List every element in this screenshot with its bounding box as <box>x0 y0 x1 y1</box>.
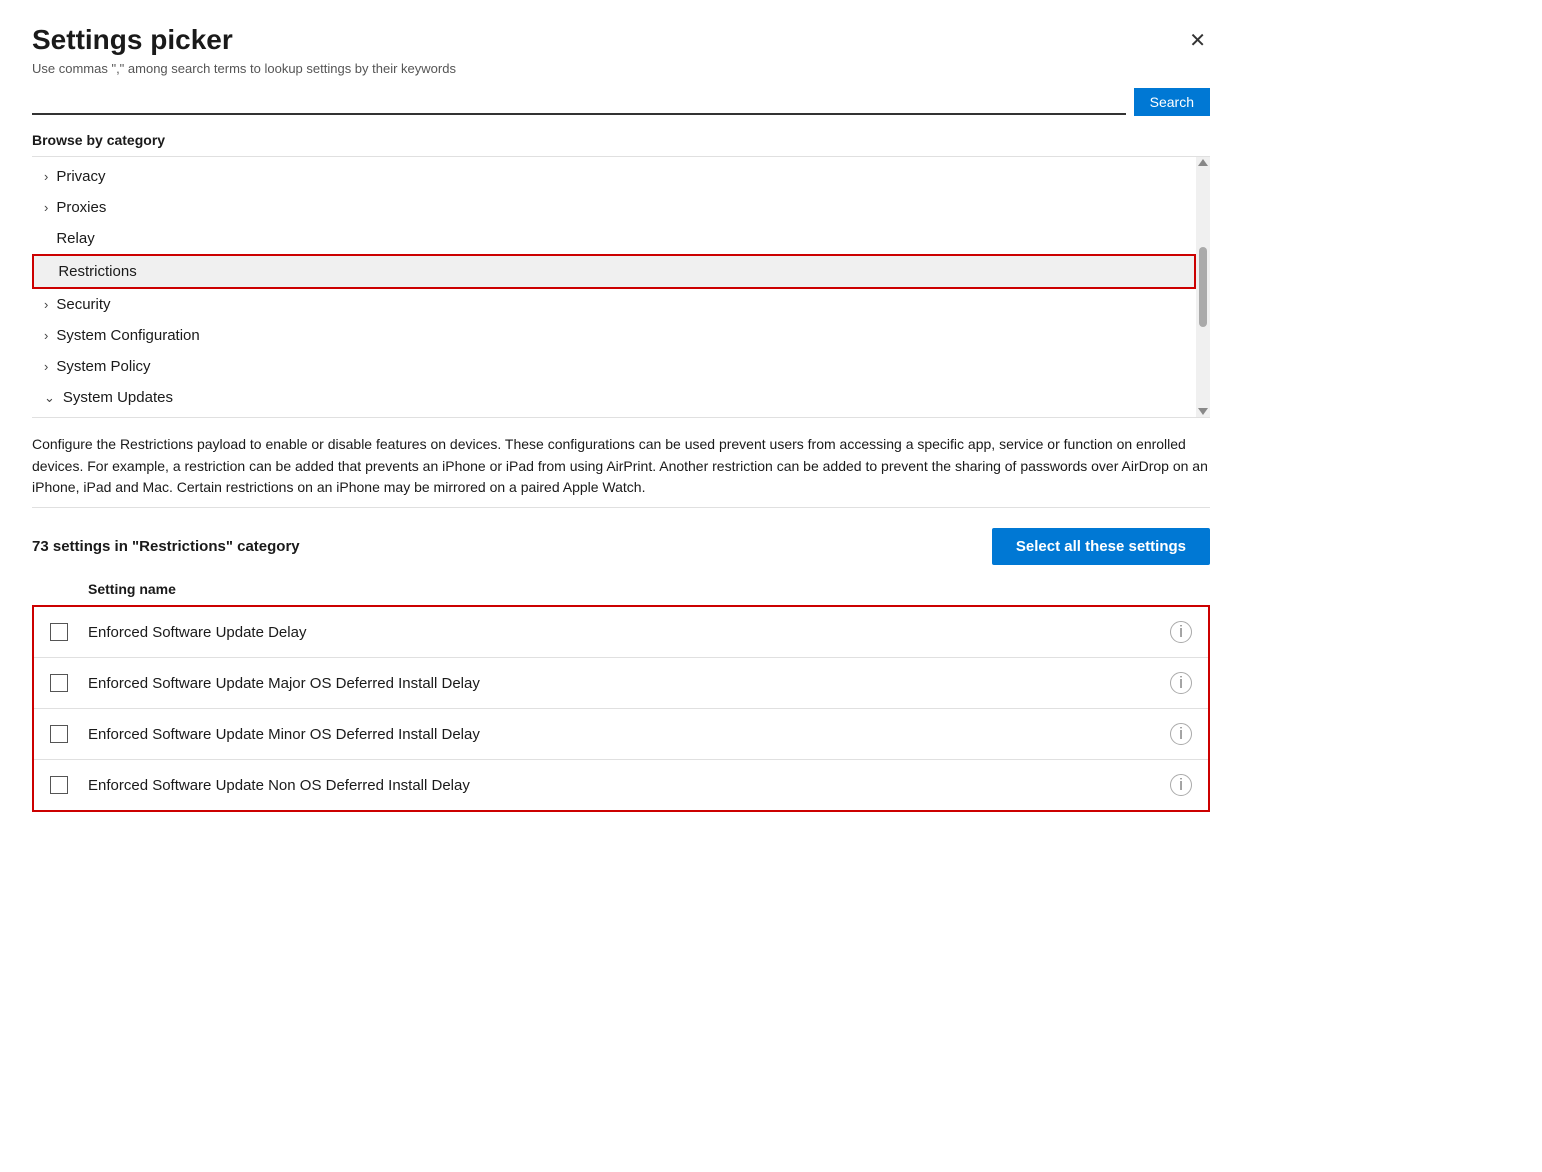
table-row: Enforced Software Update Delay i <box>34 607 1208 658</box>
category-label: System Updates <box>63 389 173 406</box>
category-label: Security <box>56 296 110 313</box>
info-icon[interactable]: i <box>1170 672 1192 694</box>
chevron-right-icon: › <box>44 328 48 343</box>
settings-count: 73 settings in "Restrictions" category <box>32 538 300 555</box>
scroll-thumb[interactable] <box>1199 247 1207 327</box>
category-scrollbar[interactable] <box>1196 157 1210 417</box>
category-label: Proxies <box>56 199 106 216</box>
category-item-relay[interactable]: › Relay <box>32 223 1196 254</box>
setting-checkbox-enforced-sw-update-delay[interactable] <box>50 623 68 641</box>
close-button[interactable]: ✕ <box>1185 24 1210 57</box>
info-icon[interactable]: i <box>1170 621 1192 643</box>
category-list-wrapper: › Privacy › Proxies › Relay › Restrictio… <box>32 156 1210 418</box>
category-label: Restrictions <box>58 263 136 280</box>
info-icon[interactable]: i <box>1170 723 1192 745</box>
info-icon[interactable]: i <box>1170 774 1192 796</box>
category-label: Privacy <box>56 168 105 185</box>
select-all-button[interactable]: Select all these settings <box>992 528 1210 565</box>
settings-list: Enforced Software Update Delay i Enforce… <box>32 605 1210 812</box>
scroll-down-arrow[interactable] <box>1198 408 1208 415</box>
category-item-system-configuration[interactable]: › System Configuration <box>32 320 1196 351</box>
search-row: Search <box>32 88 1210 116</box>
setting-name: Enforced Software Update Delay <box>88 624 1170 641</box>
table-row: Enforced Software Update Major OS Deferr… <box>34 658 1208 709</box>
dialog-header: Settings picker ✕ <box>32 24 1210 57</box>
category-item-proxies[interactable]: › Proxies <box>32 192 1196 223</box>
setting-name: Enforced Software Update Non OS Deferred… <box>88 777 1170 794</box>
chevron-right-icon: › <box>44 297 48 312</box>
chevron-down-icon: ⌄ <box>44 390 55 406</box>
setting-checkbox-enforced-sw-update-major[interactable] <box>50 674 68 692</box>
setting-name: Enforced Software Update Major OS Deferr… <box>88 675 1170 692</box>
category-label: System Configuration <box>56 327 199 344</box>
category-item-system-updates[interactable]: ⌄ System Updates <box>32 382 1196 413</box>
category-label: Relay <box>56 230 94 247</box>
category-item-privacy[interactable]: › Privacy <box>32 161 1196 192</box>
settings-header-row: 73 settings in "Restrictions" category S… <box>32 528 1210 565</box>
search-input[interactable] <box>32 89 1126 115</box>
setting-checkbox-enforced-sw-update-minor[interactable] <box>50 725 68 743</box>
browse-label: Browse by category <box>32 132 1210 148</box>
dialog-title: Settings picker <box>32 24 233 56</box>
dialog-subtitle: Use commas "," among search terms to loo… <box>32 61 1210 76</box>
category-item-system-policy[interactable]: › System Policy <box>32 351 1196 382</box>
chevron-right-icon: › <box>44 359 48 374</box>
table-row: Enforced Software Update Minor OS Deferr… <box>34 709 1208 760</box>
category-list: › Privacy › Proxies › Relay › Restrictio… <box>32 157 1196 417</box>
category-item-security[interactable]: › Security <box>32 289 1196 320</box>
settings-column-header: Setting name <box>32 575 1210 603</box>
category-label: System Policy <box>56 358 150 375</box>
settings-picker-dialog: Settings picker ✕ Use commas "," among s… <box>0 0 1242 1172</box>
setting-checkbox-enforced-sw-update-non-os[interactable] <box>50 776 68 794</box>
search-button[interactable]: Search <box>1134 88 1210 116</box>
category-item-restrictions[interactable]: › Restrictions <box>32 254 1196 289</box>
chevron-right-icon: › <box>44 169 48 184</box>
chevron-right-icon: › <box>44 200 48 215</box>
category-description: Configure the Restrictions payload to en… <box>32 434 1210 508</box>
setting-name: Enforced Software Update Minor OS Deferr… <box>88 726 1170 743</box>
scroll-up-arrow[interactable] <box>1198 159 1208 166</box>
table-row: Enforced Software Update Non OS Deferred… <box>34 760 1208 810</box>
